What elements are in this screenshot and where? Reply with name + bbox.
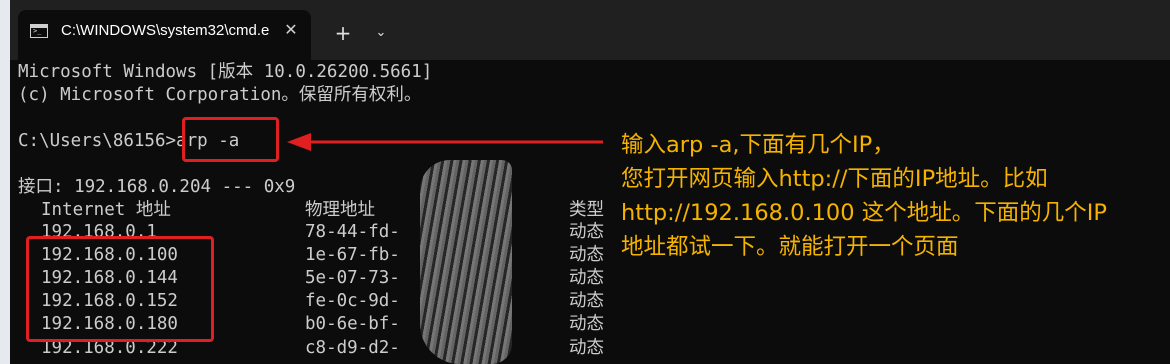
table-row-type: 动态: [569, 338, 604, 358]
annotation-line-4: 地址都试一下。就能打开一个页面: [621, 234, 959, 260]
tab-title: C:\WINDOWS\system32\cmd.e: [61, 22, 270, 39]
table-row-mac: 1e-67-fb-: [305, 245, 400, 265]
column-internet-address: Internet 地址: [41, 200, 171, 220]
new-tab-button[interactable]: +: [329, 19, 357, 47]
annotation-text: 输入arp -a,下面有几个IP， 您打开网页输入http://下面的IP地址。…: [621, 128, 1166, 264]
column-type: 类型: [569, 200, 604, 220]
table-row-mac: 78-44-fd-: [305, 222, 400, 242]
table-row-mac: c8-d9-d2-: [305, 338, 400, 358]
title-bar: C:\WINDOWS\system32\cmd.e ✕ + ⌄: [0, 0, 1170, 60]
table-row-type: 动态: [569, 314, 604, 334]
table-row-mac: 5e-07-73-: [305, 268, 400, 288]
annotation-line-2: 您打开网页输入http://下面的IP地址。比如: [621, 166, 1048, 192]
header-line-1: Microsoft Windows [版本 10.0.26200.5661]: [18, 62, 433, 82]
arrow-icon: [287, 133, 603, 151]
desktop-edge: [0, 0, 10, 364]
table-row-mac: b0-6e-bf-: [305, 314, 400, 334]
tab-cmd[interactable]: C:\WINDOWS\system32\cmd.e ✕: [18, 10, 311, 60]
command-highlight-box: [182, 117, 279, 162]
ip-list-highlight-box: [26, 236, 214, 342]
annotation-line-1: 输入arp -a,下面有几个IP，: [621, 132, 895, 158]
chevron-down-icon[interactable]: ⌄: [368, 19, 394, 47]
table-row-type: 动态: [569, 222, 604, 242]
prompt: C:\Users\86156>: [18, 131, 177, 151]
header-line-2: (c) Microsoft Corporation。保留所有权利。: [18, 85, 422, 105]
close-icon[interactable]: ✕: [280, 19, 302, 41]
redaction-scribble: [420, 160, 512, 364]
table-row-type: 动态: [569, 291, 604, 311]
terminal-icon: [30, 24, 48, 38]
column-physical-address: 物理地址: [305, 200, 375, 220]
table-row-type: 动态: [569, 245, 604, 265]
annotation-line-3: http://192.168.0.100 这个地址。下面的几个IP: [621, 200, 1107, 226]
table-row-type: 动态: [569, 268, 604, 288]
table-row-mac: fe-0c-9d-: [305, 291, 400, 311]
interface-line: 接口: 192.168.0.204 --- 0x9: [18, 177, 296, 197]
